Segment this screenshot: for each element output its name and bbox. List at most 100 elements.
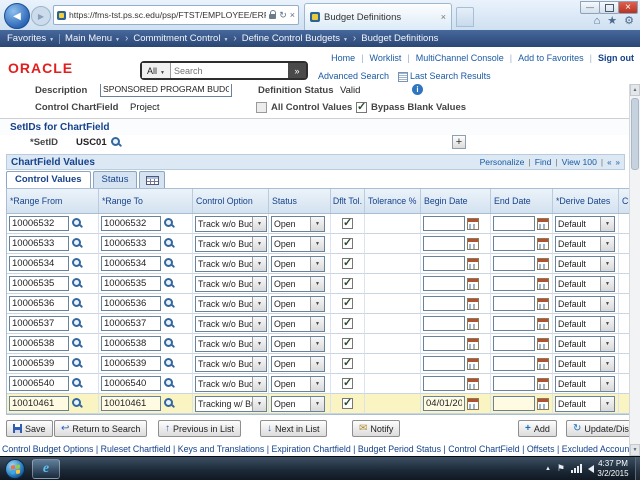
derive-dates-select[interactable]: Default <box>555 395 615 412</box>
begin-date-input[interactable] <box>423 356 465 371</box>
related-link[interactable]: Control ChartField <box>448 444 519 454</box>
range-to-input[interactable] <box>101 276 161 291</box>
calendar-icon[interactable] <box>467 397 479 410</box>
range-to-input[interactable] <box>101 376 161 391</box>
lookup-icon[interactable] <box>71 377 84 390</box>
range-to-input[interactable] <box>101 336 161 351</box>
home-link[interactable]: Home <box>331 53 355 63</box>
derive-dates-select[interactable]: Default <box>555 335 615 352</box>
forward-button[interactable] <box>31 6 51 26</box>
end-date-input[interactable] <box>493 236 535 251</box>
breadcrumb-commitment-control[interactable]: Commitment Control <box>133 33 228 44</box>
action-center-flag-icon[interactable] <box>557 463 565 474</box>
calendar-icon[interactable] <box>467 357 479 370</box>
calendar-icon[interactable] <box>467 237 479 250</box>
tab-status[interactable]: Status <box>92 171 138 188</box>
stop-icon[interactable] <box>290 10 295 20</box>
calendar-icon[interactable] <box>537 237 549 250</box>
end-date-input[interactable] <box>493 276 535 291</box>
taskbar-ie-button[interactable]: e <box>32 459 60 479</box>
calendar-icon[interactable] <box>467 377 479 390</box>
address-bar[interactable]: https://fms-tst.ps.sc.edu/psp/FTST/EMPLO… <box>53 5 299 25</box>
range-to-input[interactable] <box>101 236 161 251</box>
begin-date-input[interactable] <box>423 276 465 291</box>
control-option-select[interactable]: Track w/o Budg <box>195 255 267 272</box>
network-icon[interactable] <box>571 464 582 473</box>
info-icon[interactable] <box>412 84 423 95</box>
control-option-select[interactable]: Track w/o Budg <box>195 355 267 372</box>
status-select[interactable]: Open <box>271 395 325 412</box>
lookup-icon[interactable] <box>163 397 176 410</box>
end-date-input[interactable] <box>493 396 535 411</box>
range-to-input[interactable] <box>101 296 161 311</box>
worklist-link[interactable]: Worklist <box>370 53 402 63</box>
lookup-icon[interactable] <box>163 357 176 370</box>
last-page-icon[interactable]: » <box>616 158 620 167</box>
status-select[interactable]: Open <box>271 255 325 272</box>
control-option-select[interactable]: Track w/o Budg <box>195 215 267 232</box>
calendar-icon[interactable] <box>537 257 549 270</box>
lookup-icon[interactable] <box>71 277 84 290</box>
status-select[interactable]: Open <box>271 335 325 352</box>
range-from-input[interactable] <box>9 376 69 391</box>
control-option-select[interactable]: Track w/o Budg <box>195 335 267 352</box>
scroll-up-icon[interactable] <box>630 84 640 96</box>
status-select[interactable]: Open <box>271 355 325 372</box>
related-link[interactable]: Offsets <box>527 444 555 454</box>
lookup-icon[interactable] <box>71 297 84 310</box>
derive-dates-select[interactable]: Default <box>555 375 615 392</box>
dflt-tol-checkbox[interactable] <box>342 356 353 369</box>
lookup-icon[interactable] <box>163 237 176 250</box>
save-button[interactable]: Save <box>6 420 53 437</box>
add-button[interactable]: Add <box>518 420 557 437</box>
page-scrollbar[interactable] <box>629 84 640 456</box>
lookup-icon[interactable] <box>163 217 176 230</box>
add-to-favorites-link[interactable]: Add to Favorites <box>518 53 584 63</box>
advanced-search-link[interactable]: Advanced Search <box>318 71 389 81</box>
derive-dates-select[interactable]: Default <box>555 315 615 332</box>
range-from-input[interactable] <box>9 336 69 351</box>
begin-date-input[interactable] <box>423 316 465 331</box>
control-option-select[interactable]: Track w/o Budg <box>195 295 267 312</box>
search-go-button[interactable]: » <box>288 63 306 78</box>
begin-date-input[interactable] <box>423 296 465 311</box>
dflt-tol-checkbox[interactable] <box>342 316 353 329</box>
control-option-select[interactable]: Track w/o Budg <box>195 375 267 392</box>
main-menu[interactable]: Main Menu <box>65 33 120 44</box>
multichannel-console-link[interactable]: MultiChannel Console <box>416 53 504 63</box>
derive-dates-select[interactable]: Default <box>555 295 615 312</box>
end-date-input[interactable] <box>493 296 535 311</box>
calendar-icon[interactable] <box>537 397 549 410</box>
calendar-icon[interactable] <box>537 337 549 350</box>
show-all-columns-tab[interactable] <box>139 171 166 188</box>
refresh-icon[interactable] <box>279 10 287 21</box>
lookup-icon[interactable] <box>71 357 84 370</box>
status-select[interactable]: Open <box>271 375 325 392</box>
begin-date-input[interactable] <box>423 236 465 251</box>
lookup-icon[interactable] <box>163 277 176 290</box>
dflt-tol-checkbox[interactable] <box>342 376 353 389</box>
calendar-icon[interactable] <box>467 337 479 350</box>
calendar-icon[interactable] <box>467 257 479 270</box>
range-from-input[interactable] <box>9 296 69 311</box>
minimize-button[interactable] <box>580 1 600 14</box>
description-input[interactable] <box>100 84 232 97</box>
control-option-select[interactable]: Track w/o Budg <box>195 315 267 332</box>
calendar-icon[interactable] <box>537 297 549 310</box>
calendar-icon[interactable] <box>537 317 549 330</box>
breadcrumb-budget-definitions[interactable]: Budget Definitions <box>361 33 438 44</box>
control-option-select[interactable]: Track w/o Budg <box>195 275 267 292</box>
gear-icon[interactable] <box>624 14 634 29</box>
scroll-down-icon[interactable] <box>630 444 640 456</box>
begin-date-input[interactable] <box>423 376 465 391</box>
lookup-icon[interactable] <box>71 397 84 410</box>
breadcrumb-define-control-budgets[interactable]: Define Control Budgets <box>242 33 348 44</box>
begin-date-input[interactable] <box>423 396 465 411</box>
maximize-button[interactable] <box>599 1 619 14</box>
browser-tab[interactable]: Budget Definitions <box>304 3 452 30</box>
range-to-input[interactable] <box>101 316 161 331</box>
dflt-tol-checkbox[interactable] <box>342 276 353 289</box>
lookup-icon[interactable] <box>163 377 176 390</box>
range-to-input[interactable] <box>101 396 161 411</box>
end-date-input[interactable] <box>493 376 535 391</box>
